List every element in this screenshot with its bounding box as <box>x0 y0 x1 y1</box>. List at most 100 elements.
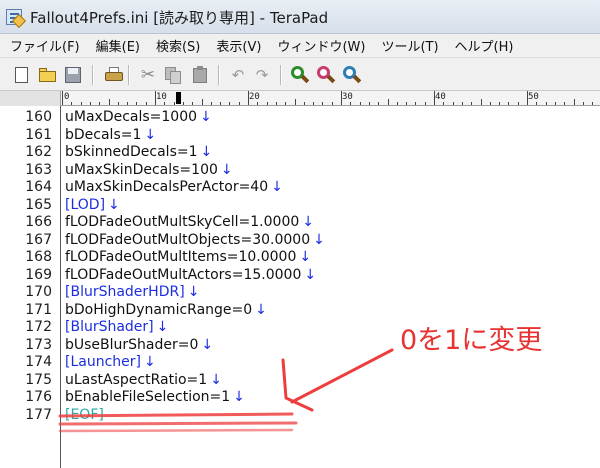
undo-icon[interactable]: ↶ <box>228 65 248 85</box>
ruler-tick <box>192 102 194 105</box>
editor-line[interactable]: 166 fLODFadeOutMultSkyCell=1.0000 ↓ <box>0 214 600 232</box>
line-text: fLODFadeOutMultItems=10.0000 <box>65 249 297 265</box>
editor-line[interactable]: 177 [EOF] <box>0 407 600 425</box>
editor-line[interactable]: 167 fLODFadeOutMultObjects=30.0000 ↓ <box>0 232 600 250</box>
ruler-tick <box>545 102 547 105</box>
text-editor[interactable]: 160 uMaxDecals=1000 ↓ 161 bDecals=1 ↓ 162 bSkin… <box>0 106 600 468</box>
ruler-tick <box>536 102 538 105</box>
line-break-mark: ↓ <box>271 179 283 195</box>
editor-line[interactable]: 165 [LOD] ↓ <box>0 197 600 215</box>
ruler-tick <box>201 99 203 105</box>
ruler-tick <box>517 102 519 105</box>
editor-line[interactable]: 163 uMaxSkinDecals=100 ↓ <box>0 162 600 180</box>
find-previous-icon[interactable] <box>342 65 362 85</box>
ruler-tick <box>117 102 119 105</box>
editor-line[interactable]: 171 bDoHighDynamicRange=0 ↓ <box>0 302 600 320</box>
line-break-mark: ↓ <box>233 389 245 405</box>
ruler-tick <box>266 102 268 105</box>
find-next-icon[interactable] <box>316 65 336 85</box>
ruler-tick <box>396 102 398 105</box>
line-break-mark: ↓ <box>255 301 267 318</box>
line-break-mark: ↓ <box>304 266 317 283</box>
window-title: Fallout4Prefs.ini [読み取り専用] - TeraPad <box>30 9 329 27</box>
ini-section-header: [BlurShaderHDR] ↓ <box>65 284 199 302</box>
line-number: 177 <box>25 406 52 423</box>
menu-help[interactable]: ヘルプ(H) <box>447 34 522 57</box>
ini-setting: bEnableFileSelection=1 ↓ <box>65 389 245 407</box>
line-number: 176 <box>25 389 52 405</box>
toolbar-separator <box>128 65 130 85</box>
save-icon[interactable] <box>63 65 83 85</box>
line-text: uMaxSkinDecals=100 <box>65 161 218 178</box>
ruler-tick <box>303 102 305 105</box>
ruler-tick <box>480 99 482 105</box>
line-text: fLODFadeOutMultObjects=30.0000 <box>65 231 311 248</box>
ruler-tick <box>136 102 138 105</box>
editor-line[interactable]: 176 bEnableFileSelection=1 ↓ <box>0 389 600 407</box>
editor-line[interactable]: 169 fLODFadeOutMultActors=15.0000 ↓ <box>0 267 600 285</box>
ruler-tick <box>573 99 575 105</box>
ruler-tick <box>424 102 426 105</box>
paste-icon[interactable] <box>190 65 210 85</box>
redo-icon[interactable]: ↷ <box>252 65 272 85</box>
line-number: 161 <box>25 126 52 143</box>
line-number: 173 <box>25 336 52 353</box>
ruler-tick <box>145 102 147 105</box>
terapad-app-icon[interactable] <box>6 9 22 25</box>
line-text: [LOD] <box>65 196 106 213</box>
ruler-label: 10 <box>156 92 167 102</box>
line-text: bDoHighDynamicRange=0 <box>65 301 253 318</box>
editor-line[interactable]: 168 fLODFadeOutMultItems=10.0000 ↓ <box>0 249 600 267</box>
editor-line[interactable]: 170 [BlurShaderHDR] ↓ <box>0 284 600 302</box>
toolbar: ✂ ↶ ↷ <box>0 58 600 91</box>
line-text: [EOF] <box>65 406 104 423</box>
ruler-tick <box>220 102 222 105</box>
line-break-mark: ↓ <box>187 284 200 300</box>
print-icon[interactable] <box>104 65 124 85</box>
find-icon[interactable] <box>290 65 310 85</box>
line-text: bEnableFileSelection=1 <box>65 389 231 405</box>
open-folder-icon[interactable] <box>38 65 58 85</box>
ruler-tick <box>378 102 380 105</box>
ini-setting: uMaxSkinDecals=100 ↓ <box>65 162 233 180</box>
ruler-label: 0 <box>64 92 70 102</box>
ruler-tick <box>331 102 333 105</box>
ruler-tick <box>80 102 82 105</box>
line-number: 174 <box>25 354 52 370</box>
ini-setting: bUseBlurShader=0 ↓ <box>65 337 213 355</box>
line-text: [Launcher] <box>65 354 141 370</box>
ruler-tick <box>387 99 389 105</box>
ruler-label: 30 <box>342 92 353 102</box>
ruler-tick <box>508 102 510 105</box>
ini-section-header: [BlurShader] ↓ <box>65 319 168 337</box>
ruler-label: 50 <box>528 92 539 102</box>
new-file-icon[interactable] <box>12 65 32 85</box>
copy-icon[interactable] <box>163 65 183 85</box>
editor-line[interactable]: 160 uMaxDecals=1000 ↓ <box>0 109 600 127</box>
menu-file[interactable]: ファイル(F) <box>2 34 88 57</box>
line-number: 169 <box>25 266 52 283</box>
ini-setting: uMaxSkinDecalsPerActor=40 ↓ <box>65 179 283 197</box>
menu-view[interactable]: 表示(V) <box>208 34 269 57</box>
toolbar-separator <box>280 65 282 85</box>
editor-line[interactable]: 164 uMaxSkinDecalsPerActor=40 ↓ <box>0 179 600 197</box>
ruler-tick <box>71 102 73 105</box>
ruler-tick <box>238 102 240 105</box>
ruler-tick <box>489 102 491 105</box>
menu-search[interactable]: 検索(S) <box>148 34 208 57</box>
menu-tools[interactable]: ツール(T) <box>373 34 446 57</box>
ruler-gutter <box>0 91 61 106</box>
cut-icon[interactable]: ✂ <box>138 65 158 85</box>
title-bar: Fallout4Prefs.ini [読み取り専用] - TeraPad <box>0 0 600 34</box>
menu-window[interactable]: ウィンドウ(W) <box>269 34 373 57</box>
line-break-mark: ↓ <box>156 319 169 335</box>
line-text: bSkinnedDecals=1 <box>65 144 198 160</box>
line-text: uLastAspectRatio=1 <box>65 371 208 388</box>
editor-line[interactable]: 161 bDecals=1 ↓ <box>0 127 600 145</box>
menu-edit[interactable]: 編集(E) <box>88 34 148 57</box>
ini-section-header: [LOD] ↓ <box>65 197 120 215</box>
editor-line[interactable]: 162 bSkinnedDecals=1 ↓ <box>0 144 600 162</box>
line-number: 175 <box>25 371 52 388</box>
editor-line[interactable]: 175 uLastAspectRatio=1 ↓ <box>0 372 600 390</box>
ruler-tick <box>322 102 324 105</box>
